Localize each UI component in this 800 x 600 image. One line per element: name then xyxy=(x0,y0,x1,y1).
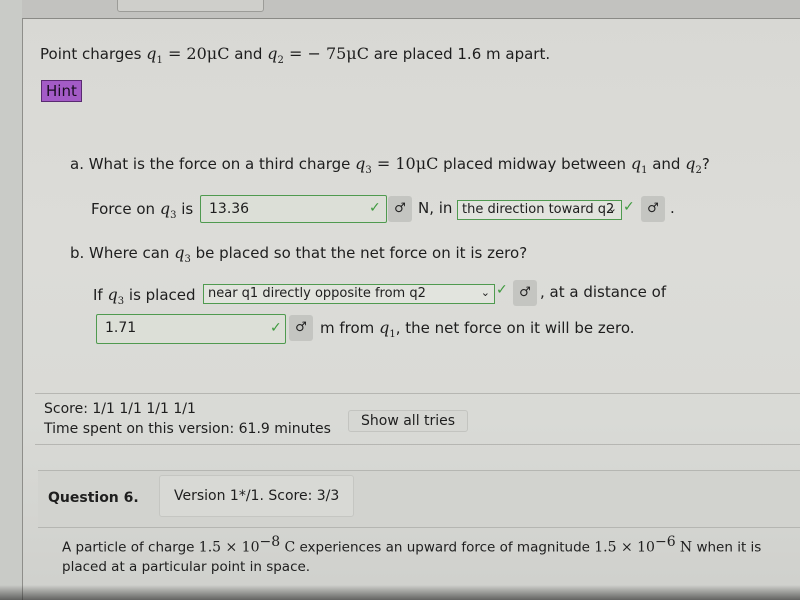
unit-text: N, in xyxy=(418,199,453,217)
from-q1-text: m from q1, the net force on it will be z… xyxy=(320,318,635,341)
position-select[interactable]: near q1 directly opposite from q2 ⌄ xyxy=(203,284,495,304)
q1-math: q1 = 20μC xyxy=(146,44,230,67)
direction-correct-check-icon: ✓ xyxy=(623,199,635,215)
version-score-badge: Version 1*/1. Score: 3/3 xyxy=(159,475,355,517)
question-6-header: Question 6. Version 1*/1. Score: 3/3 xyxy=(38,470,800,528)
direction-selected-value: the direction toward q2 xyxy=(462,202,615,217)
show-all-tries-button[interactable]: Show all tries xyxy=(348,410,469,432)
period: . xyxy=(670,199,675,217)
previous-question-footer xyxy=(22,0,800,19)
time-spent-text: Time spent on this version: 61.9 minutes xyxy=(44,421,331,437)
placed-label: If q3 is placed xyxy=(93,285,196,308)
screen-edge-shadow xyxy=(0,585,800,600)
force-label: Force on q3 is xyxy=(91,199,194,222)
score-text: Score: 1/1 1/1 1/1 1/1 xyxy=(44,401,196,417)
position-correct-check-icon: ✓ xyxy=(496,282,508,298)
part-a-prompt: a. What is the force on a third charge q… xyxy=(70,154,710,177)
score-panel: Score: 1/1 1/1 1/1 1/1 Time spent on thi… xyxy=(35,393,800,445)
direction-select[interactable]: the direction toward q2 ⌄ xyxy=(457,200,622,220)
distance-answer-key-icon[interactable]: ♂ xyxy=(289,315,313,341)
distance-text: , at a distance of xyxy=(540,283,667,301)
distance-input[interactable]: 1.71 xyxy=(96,314,286,344)
position-selected-value: near q1 directly opposite from q2 xyxy=(208,286,426,301)
intro-suffix: are placed 1.6 m apart. xyxy=(373,45,551,63)
direction-answer-key-icon[interactable]: ♂ xyxy=(641,196,665,222)
hint-button[interactable]: Hint xyxy=(41,80,82,102)
and-text: and xyxy=(234,45,263,63)
chevron-down-icon: ⌄ xyxy=(480,286,490,299)
question-6-title: Question 6. xyxy=(48,490,139,506)
previous-tab xyxy=(117,0,264,12)
intro-prefix: Point charges xyxy=(40,45,142,63)
part-b-prompt: b. Where can q3 be placed so that the ne… xyxy=(70,243,528,266)
question-statement: Point charges q1 = 20μC and q2 = − 75μC … xyxy=(40,44,550,66)
distance-correct-check-icon: ✓ xyxy=(270,320,282,336)
question-6-text: A particle of charge 1.5 × 10−8 C experi… xyxy=(62,534,762,575)
force-answer-key-icon[interactable]: ♂ xyxy=(388,196,412,222)
position-answer-key-icon[interactable]: ♂ xyxy=(513,280,537,306)
chevron-down-icon: ⌄ xyxy=(607,202,617,215)
q2-math: q2 = − 75μC xyxy=(267,44,369,67)
force-correct-check-icon: ✓ xyxy=(369,200,381,216)
force-input[interactable]: 13.36 xyxy=(200,195,387,223)
